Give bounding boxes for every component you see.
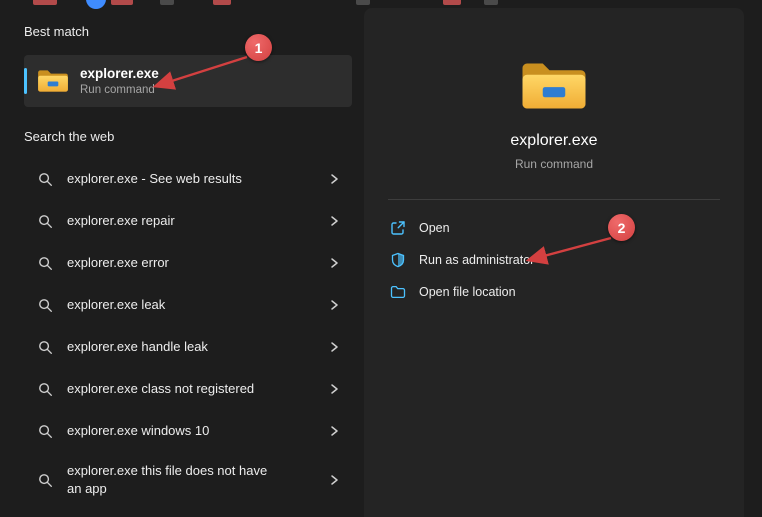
cropped-tab (160, 0, 174, 5)
suggestion-text: explorer.exe class not registered (67, 380, 282, 398)
action-list: Open Run as administrator Open file loca… (364, 212, 744, 308)
divider (388, 199, 720, 200)
web-suggestion-row[interactable]: explorer.exe handle leak (24, 326, 352, 368)
action-label: Open (419, 221, 450, 235)
suggestion-text: explorer.exe handle leak (67, 338, 282, 356)
suggestion-text: explorer.exe error (67, 254, 282, 272)
search-the-web-header: Search the web (24, 129, 352, 144)
chevron-right-icon[interactable] (328, 341, 340, 353)
folder-icon (36, 67, 70, 95)
cropped-tab (33, 0, 57, 5)
best-match-title: explorer.exe (80, 66, 159, 81)
search-icon (38, 256, 53, 271)
action-open-file-location[interactable]: Open file location (384, 276, 724, 308)
search-icon (38, 172, 53, 187)
web-suggestions-list: explorer.exe - See web results explorer.… (24, 158, 352, 508)
search-icon (38, 382, 53, 397)
web-suggestion-row[interactable]: explorer.exe windows 10 (24, 410, 352, 452)
web-suggestion-row[interactable]: explorer.exe - See web results (24, 158, 352, 200)
web-suggestion-row[interactable]: explorer.exe class not registered (24, 368, 352, 410)
suggestion-text: explorer.exe this file does not have an … (67, 462, 282, 497)
start-search-results: Best match explorer.exe Run command Sear… (0, 0, 762, 517)
cropped-tab (111, 0, 133, 5)
search-results-column: Best match explorer.exe Run command Sear… (24, 24, 352, 508)
best-match-item-explorer[interactable]: explorer.exe Run command (24, 55, 352, 107)
chevron-right-icon[interactable] (328, 474, 340, 486)
best-match-subtitle: Run command (80, 84, 159, 96)
preview-panel: explorer.exe Run command Open Run as adm… (364, 8, 744, 517)
search-icon (38, 298, 53, 313)
action-label: Open file location (419, 285, 516, 299)
preview-subtitle: Run command (515, 157, 593, 171)
search-icon (38, 214, 53, 229)
suggestion-text: explorer.exe leak (67, 296, 282, 314)
web-suggestion-row[interactable]: explorer.exe repair (24, 200, 352, 242)
suggestion-text: explorer.exe windows 10 (67, 422, 282, 440)
annotation-step-2: 2 (608, 214, 635, 241)
cropped-tab (484, 0, 498, 5)
cropped-tab (213, 0, 231, 5)
best-match-text: explorer.exe Run command (80, 66, 159, 96)
chevron-right-icon[interactable] (328, 299, 340, 311)
cropped-tab (356, 0, 370, 5)
folder-icon-large (518, 56, 590, 116)
cropped-blue-icon (86, 0, 106, 9)
chevron-right-icon[interactable] (328, 173, 340, 185)
search-icon (38, 340, 53, 355)
selection-accent-bar (24, 68, 27, 94)
chevron-right-icon[interactable] (328, 215, 340, 227)
web-suggestion-row[interactable]: explorer.exe error (24, 242, 352, 284)
open-icon (390, 220, 406, 236)
cropped-tab (443, 0, 461, 5)
preview-title: explorer.exe (510, 132, 597, 150)
folder-outline-icon (390, 284, 406, 300)
action-run-as-administrator[interactable]: Run as administrator (384, 244, 724, 276)
search-icon (38, 473, 53, 488)
suggestion-text: explorer.exe - See web results (67, 170, 282, 188)
suggestion-text: explorer.exe repair (67, 212, 282, 230)
search-icon (38, 424, 53, 439)
web-suggestion-row[interactable]: explorer.exe this file does not have an … (24, 452, 352, 508)
best-match-header: Best match (24, 24, 352, 39)
annotation-step-1: 1 (245, 34, 272, 61)
action-open[interactable]: Open (384, 212, 724, 244)
admin-shield-icon (390, 252, 406, 268)
action-label: Run as administrator (419, 253, 534, 267)
chevron-right-icon[interactable] (328, 257, 340, 269)
chevron-right-icon[interactable] (328, 425, 340, 437)
web-suggestion-row[interactable]: explorer.exe leak (24, 284, 352, 326)
chevron-right-icon[interactable] (328, 383, 340, 395)
